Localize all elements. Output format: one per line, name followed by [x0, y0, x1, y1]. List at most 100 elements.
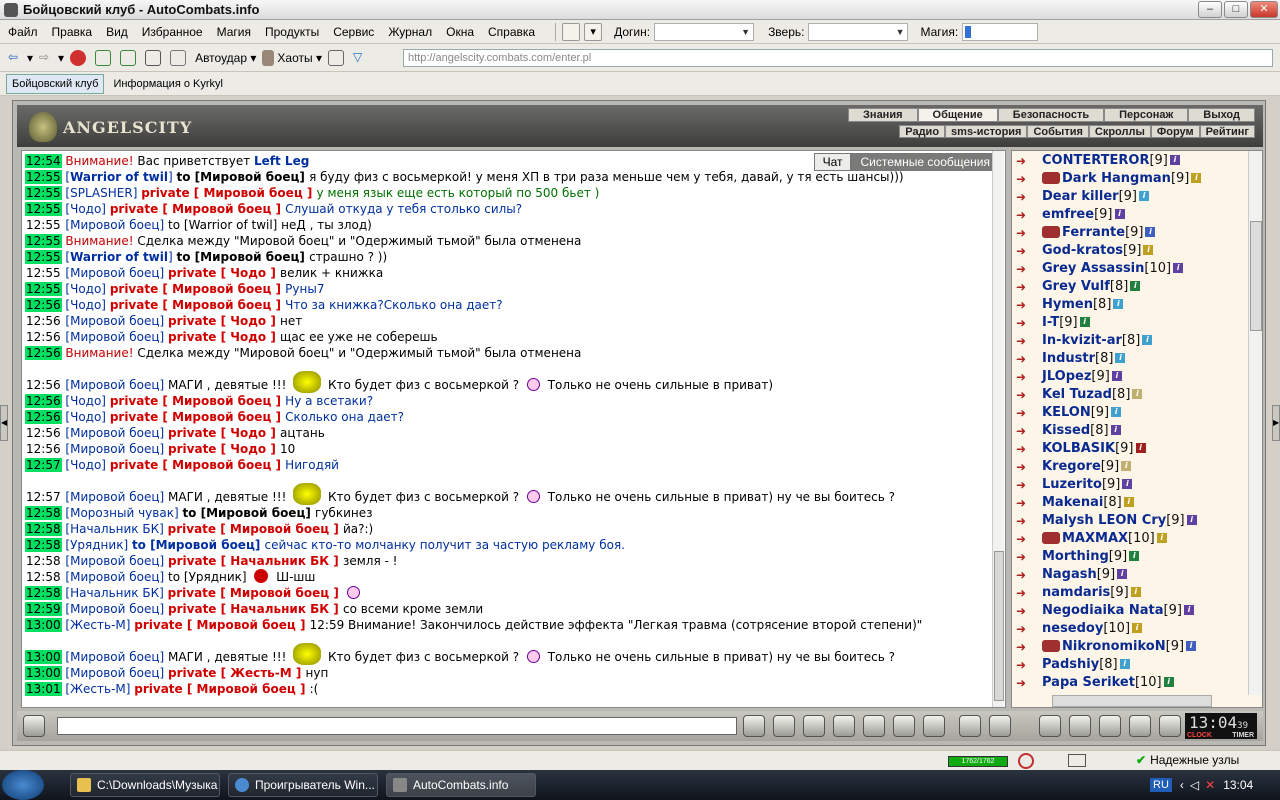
- nav-security[interactable]: Безопасность: [997, 108, 1105, 122]
- inventory-icon[interactable]: [1129, 715, 1151, 737]
- chat-timestamp[interactable]: 12:56: [25, 314, 62, 328]
- private-arrow-icon[interactable]: ➜: [1016, 316, 1038, 330]
- user-row[interactable]: ➜ Kregore [9] i: [1016, 457, 1241, 475]
- secure-nodes[interactable]: ✔ Надежные узлы: [1136, 753, 1239, 767]
- user-row[interactable]: ➜ I-T [9] i: [1016, 313, 1241, 331]
- map-icon[interactable]: [1099, 715, 1121, 737]
- user-name[interactable]: Industr: [1042, 351, 1095, 366]
- chat-timestamp[interactable]: 12:58: [25, 522, 62, 536]
- chat-nick[interactable]: [Чодо]: [65, 394, 109, 408]
- private-arrow-icon[interactable]: ➜: [1016, 352, 1038, 366]
- private-arrow-icon[interactable]: ➜: [1016, 550, 1038, 564]
- chat-nick[interactable]: [Мировой боец]: [65, 426, 168, 440]
- save-icon[interactable]: [833, 715, 855, 737]
- chat-timestamp[interactable]: 12:56: [25, 426, 62, 440]
- menu-service[interactable]: Сервис: [333, 25, 374, 39]
- info-icon[interactable]: i: [1111, 407, 1122, 417]
- chat-avatar-icon[interactable]: [23, 715, 45, 737]
- chat-nick[interactable]: [Мировой боец]: [65, 378, 168, 392]
- info-icon[interactable]: i: [1111, 371, 1122, 381]
- info-icon[interactable]: i: [1110, 425, 1121, 435]
- info-icon[interactable]: i: [1138, 191, 1149, 201]
- autoudar-button[interactable]: Автоудар ▾: [195, 51, 256, 65]
- right-panel-toggle[interactable]: ▶: [1272, 405, 1280, 441]
- user-name[interactable]: Malysh LEON Cry: [1042, 513, 1166, 528]
- user-row[interactable]: ➜ MAXMAX [10] i: [1016, 529, 1241, 547]
- menu-edit[interactable]: Правка: [52, 25, 93, 39]
- info-icon[interactable]: i: [1135, 443, 1146, 453]
- left-panel-toggle[interactable]: ◀: [0, 405, 8, 441]
- chat-nick[interactable]: [Урядник]: [65, 538, 132, 552]
- private-arrow-icon[interactable]: ➜: [1016, 658, 1038, 672]
- users-scroll-thumb[interactable]: [1250, 221, 1262, 331]
- private-arrow-icon[interactable]: ➜: [1016, 280, 1038, 294]
- user-row[interactable]: ➜ Negodiaika Nata [9] i: [1016, 601, 1241, 619]
- info-icon[interactable]: i: [1156, 533, 1167, 543]
- chat-nick[interactable]: [Чодо]: [65, 458, 109, 472]
- network-icon[interactable]: [1068, 754, 1086, 767]
- menu-view[interactable]: Вид: [106, 25, 128, 39]
- user-name[interactable]: Kel Tuzad: [1042, 387, 1112, 402]
- beast-select[interactable]: ▼: [808, 22, 909, 41]
- minimize-button[interactable]: –: [1198, 1, 1222, 18]
- info-icon[interactable]: i: [1115, 353, 1126, 363]
- user-name[interactable]: JLOpez: [1042, 369, 1091, 384]
- chat-timestamp[interactable]: 12:58: [25, 570, 62, 584]
- chat-nick[interactable]: [Жесть-М]: [65, 682, 134, 696]
- user-row[interactable]: ➜ God-kratos [9] i: [1016, 241, 1241, 259]
- chat-nick[interactable]: [SPLASHER]: [65, 186, 141, 200]
- private-arrow-icon[interactable]: ➜: [1016, 388, 1038, 402]
- chat-timestamp[interactable]: 12:57: [25, 490, 62, 504]
- user-row[interactable]: ➜ Morthing [9] i: [1016, 547, 1241, 565]
- user-name[interactable]: Kissed: [1042, 423, 1090, 438]
- chat-timestamp[interactable]: 12:56: [25, 394, 62, 408]
- nav-scrolls[interactable]: Скроллы: [1088, 125, 1151, 138]
- private-arrow-icon[interactable]: ➜: [1016, 586, 1038, 600]
- chat-timestamp[interactable]: 12:55: [25, 266, 62, 280]
- brb-icon[interactable]: [562, 22, 581, 41]
- private-arrow-icon[interactable]: ➜: [1016, 190, 1038, 204]
- private-arrow-icon[interactable]: ➜: [1016, 442, 1038, 456]
- eraser-icon[interactable]: [773, 715, 795, 737]
- chat-timestamp[interactable]: 13:00: [25, 618, 62, 632]
- tab-fight-club[interactable]: Бойцовский клуб: [6, 73, 105, 94]
- user-row[interactable]: ➜ Papa Seriket [10] i: [1016, 673, 1241, 691]
- exit-icon[interactable]: [1159, 715, 1181, 737]
- chat-timestamp[interactable]: 12:55: [25, 202, 62, 216]
- private-arrow-icon[interactable]: ➜: [1016, 676, 1038, 690]
- user-name[interactable]: emfree: [1042, 207, 1094, 222]
- private-arrow-icon[interactable]: ➜: [1016, 496, 1038, 510]
- clan-icon[interactable]: [1042, 172, 1060, 184]
- sound-button[interactable]: [327, 49, 347, 66]
- info-icon[interactable]: i: [1113, 299, 1124, 309]
- language-indicator[interactable]: RU: [1150, 778, 1172, 792]
- send-icon[interactable]: [743, 715, 765, 737]
- info-icon[interactable]: i: [1121, 461, 1132, 471]
- chat-timestamp[interactable]: 12:58: [25, 554, 62, 568]
- chat-timestamp[interactable]: 12:56: [25, 346, 62, 360]
- chat-nick[interactable]: [Мировой боец]: [65, 442, 168, 456]
- status-icon[interactable]: ▾: [584, 22, 603, 41]
- user-name[interactable]: Negodiaika Nata: [1042, 603, 1164, 618]
- task-autocombats[interactable]: AutoCombats.info: [386, 773, 536, 797]
- fighter-icon[interactable]: [863, 715, 885, 737]
- menu-help[interactable]: Справка: [488, 25, 535, 39]
- chat-nick[interactable]: [Чодо]: [65, 298, 109, 312]
- chat-timestamp[interactable]: 12:56: [25, 442, 62, 456]
- user-name[interactable]: Luzerito: [1042, 477, 1102, 492]
- chat-nick[interactable]: [Мировой боец]: [65, 266, 168, 280]
- private-arrow-icon[interactable]: ➜: [1016, 298, 1038, 312]
- smiley-icon[interactable]: [959, 715, 981, 737]
- private-arrow-icon[interactable]: ➜: [1016, 424, 1038, 438]
- chat-nick[interactable]: [Мировой боец]: [65, 330, 168, 344]
- menu-products[interactable]: Продукты: [265, 25, 319, 39]
- chat-nick[interactable]: [Чодо]: [65, 202, 109, 216]
- chat-timestamp[interactable]: 12:58: [25, 538, 62, 552]
- user-row[interactable]: ➜ Grey Vulf [8] i: [1016, 277, 1241, 295]
- tray-arrow-icon[interactable]: ‹: [1180, 778, 1184, 792]
- chat-nick[interactable]: [Морозный чувак]: [65, 506, 182, 520]
- user-row[interactable]: ➜ Kel Tuzad [8] i: [1016, 385, 1241, 403]
- info-icon[interactable]: i: [1130, 281, 1141, 291]
- user-name[interactable]: Dark Hangman: [1062, 171, 1171, 186]
- chat-timestamp[interactable]: 12:55: [25, 250, 62, 264]
